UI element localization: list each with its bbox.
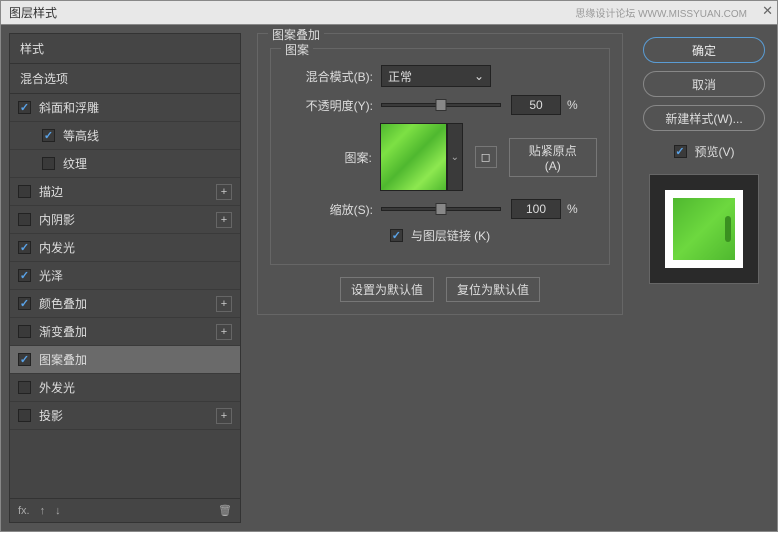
style-item[interactable]: 内发光 <box>10 234 240 262</box>
add-effect-icon[interactable]: + <box>216 296 232 312</box>
scale-thumb[interactable] <box>436 203 447 215</box>
add-effect-icon[interactable]: + <box>216 184 232 200</box>
trash-icon[interactable]: 🗑 <box>218 504 232 517</box>
style-item[interactable]: 投影 + <box>10 402 240 430</box>
style-checkbox[interactable] <box>18 381 31 394</box>
fx-icon[interactable]: fx. <box>18 505 30 517</box>
scale-slider[interactable] <box>381 207 501 211</box>
link-label: 与图层链接 (K) <box>411 227 490 244</box>
style-item[interactable]: 颜色叠加 + <box>10 290 240 318</box>
blend-options-header[interactable]: 混合选项 <box>10 64 240 94</box>
ok-button[interactable]: 确定 <box>643 37 765 63</box>
scale-label: 缩放(S): <box>283 201 373 218</box>
style-label: 描边 <box>39 183 63 200</box>
style-checkbox[interactable] <box>18 241 31 254</box>
style-checkbox[interactable] <box>42 157 55 170</box>
style-checkbox[interactable] <box>18 269 31 282</box>
blend-mode-select[interactable]: 正常 ⌄ <box>381 65 491 87</box>
down-icon[interactable]: ↓ <box>55 505 61 517</box>
style-checkbox[interactable] <box>18 297 31 310</box>
style-label: 投影 <box>39 407 63 424</box>
style-item[interactable]: 斜面和浮雕 <box>10 94 240 122</box>
pattern-preview[interactable] <box>380 123 447 191</box>
pattern-subtitle: 图案 <box>281 41 313 58</box>
style-checkbox[interactable] <box>18 101 31 114</box>
dialog-title: 图层样式 <box>9 4 57 21</box>
reset-default-button[interactable]: 复位为默认值 <box>446 277 540 302</box>
titlebar: 图层样式 思缘设计论坛 WWW.MISSYUAN.COM ✕ <box>1 1 777 25</box>
pattern-overlay-fieldset: 图案叠加 图案 混合模式(B): 正常 ⌄ 不透明度(Y): <box>257 33 623 315</box>
style-item[interactable]: 描边 + <box>10 178 240 206</box>
style-checkbox[interactable] <box>18 185 31 198</box>
style-item[interactable]: 光泽 <box>10 262 240 290</box>
pattern-dropdown[interactable]: ⌄ <box>447 123 463 191</box>
opacity-input[interactable] <box>511 95 561 115</box>
new-pattern-icon[interactable]: ◻ <box>475 146 497 168</box>
style-label: 光泽 <box>39 267 63 284</box>
pattern-label: 图案: <box>283 149 372 166</box>
chevron-down-icon: ⌄ <box>474 69 484 83</box>
percent-unit: % <box>567 98 578 112</box>
style-item[interactable]: 纹理 <box>10 150 240 178</box>
settings-panel: 图案叠加 图案 混合模式(B): 正常 ⌄ 不透明度(Y): <box>249 33 631 523</box>
style-item[interactable]: 内阴影 + <box>10 206 240 234</box>
style-checkbox[interactable] <box>18 353 31 366</box>
style-label: 等高线 <box>63 127 99 144</box>
close-icon[interactable]: ✕ <box>762 3 773 19</box>
styles-footer: fx. ↑ ↓ 🗑 <box>10 498 240 522</box>
style-label: 斜面和浮雕 <box>39 99 99 116</box>
style-label: 渐变叠加 <box>39 323 87 340</box>
cancel-button[interactable]: 取消 <box>643 71 765 97</box>
style-label: 图案叠加 <box>39 351 87 368</box>
pattern-fieldset: 图案 混合模式(B): 正常 ⌄ 不透明度(Y): <box>270 48 610 265</box>
style-label: 内阴影 <box>39 211 75 228</box>
style-checkbox[interactable] <box>42 129 55 142</box>
opacity-label: 不透明度(Y): <box>283 97 373 114</box>
styles-header[interactable]: 样式 <box>10 34 240 64</box>
set-default-button[interactable]: 设置为默认值 <box>340 277 434 302</box>
style-label: 颜色叠加 <box>39 295 87 312</box>
style-item[interactable]: 渐变叠加 + <box>10 318 240 346</box>
style-label: 内发光 <box>39 239 75 256</box>
preview-box <box>649 174 759 284</box>
preview-checkbox[interactable] <box>674 145 687 158</box>
watermark: 思缘设计论坛 WWW.MISSYUAN.COM <box>575 5 747 20</box>
add-effect-icon[interactable]: + <box>216 212 232 228</box>
link-checkbox[interactable] <box>390 229 403 242</box>
style-checkbox[interactable] <box>18 213 31 226</box>
style-checkbox[interactable] <box>18 409 31 422</box>
opacity-thumb[interactable] <box>436 99 447 111</box>
style-label: 纹理 <box>63 155 87 172</box>
styles-panel: 样式 混合选项 斜面和浮雕等高线纹理描边 + 内阴影 + 内发光光泽颜色叠加 + 渐变叠加 +… <box>9 33 241 523</box>
style-label: 外发光 <box>39 379 75 396</box>
percent-unit-2: % <box>567 202 578 216</box>
opacity-slider[interactable] <box>381 103 501 107</box>
blend-mode-label: 混合模式(B): <box>283 68 373 85</box>
style-item[interactable]: 图案叠加 <box>10 346 240 374</box>
add-effect-icon[interactable]: + <box>216 324 232 340</box>
style-item[interactable]: 外发光 <box>10 374 240 402</box>
preview-label: 预览(V) <box>695 143 735 160</box>
new-style-button[interactable]: 新建样式(W)... <box>643 105 765 131</box>
style-item[interactable]: 等高线 <box>10 122 240 150</box>
scale-input[interactable] <box>511 199 561 219</box>
snap-origin-button[interactable]: 贴紧原点 (A) <box>509 138 597 177</box>
actions-panel: 确定 取消 新建样式(W)... 预览(V) <box>639 33 769 523</box>
up-icon[interactable]: ↑ <box>40 505 46 517</box>
style-checkbox[interactable] <box>18 325 31 338</box>
add-effect-icon[interactable]: + <box>216 408 232 424</box>
